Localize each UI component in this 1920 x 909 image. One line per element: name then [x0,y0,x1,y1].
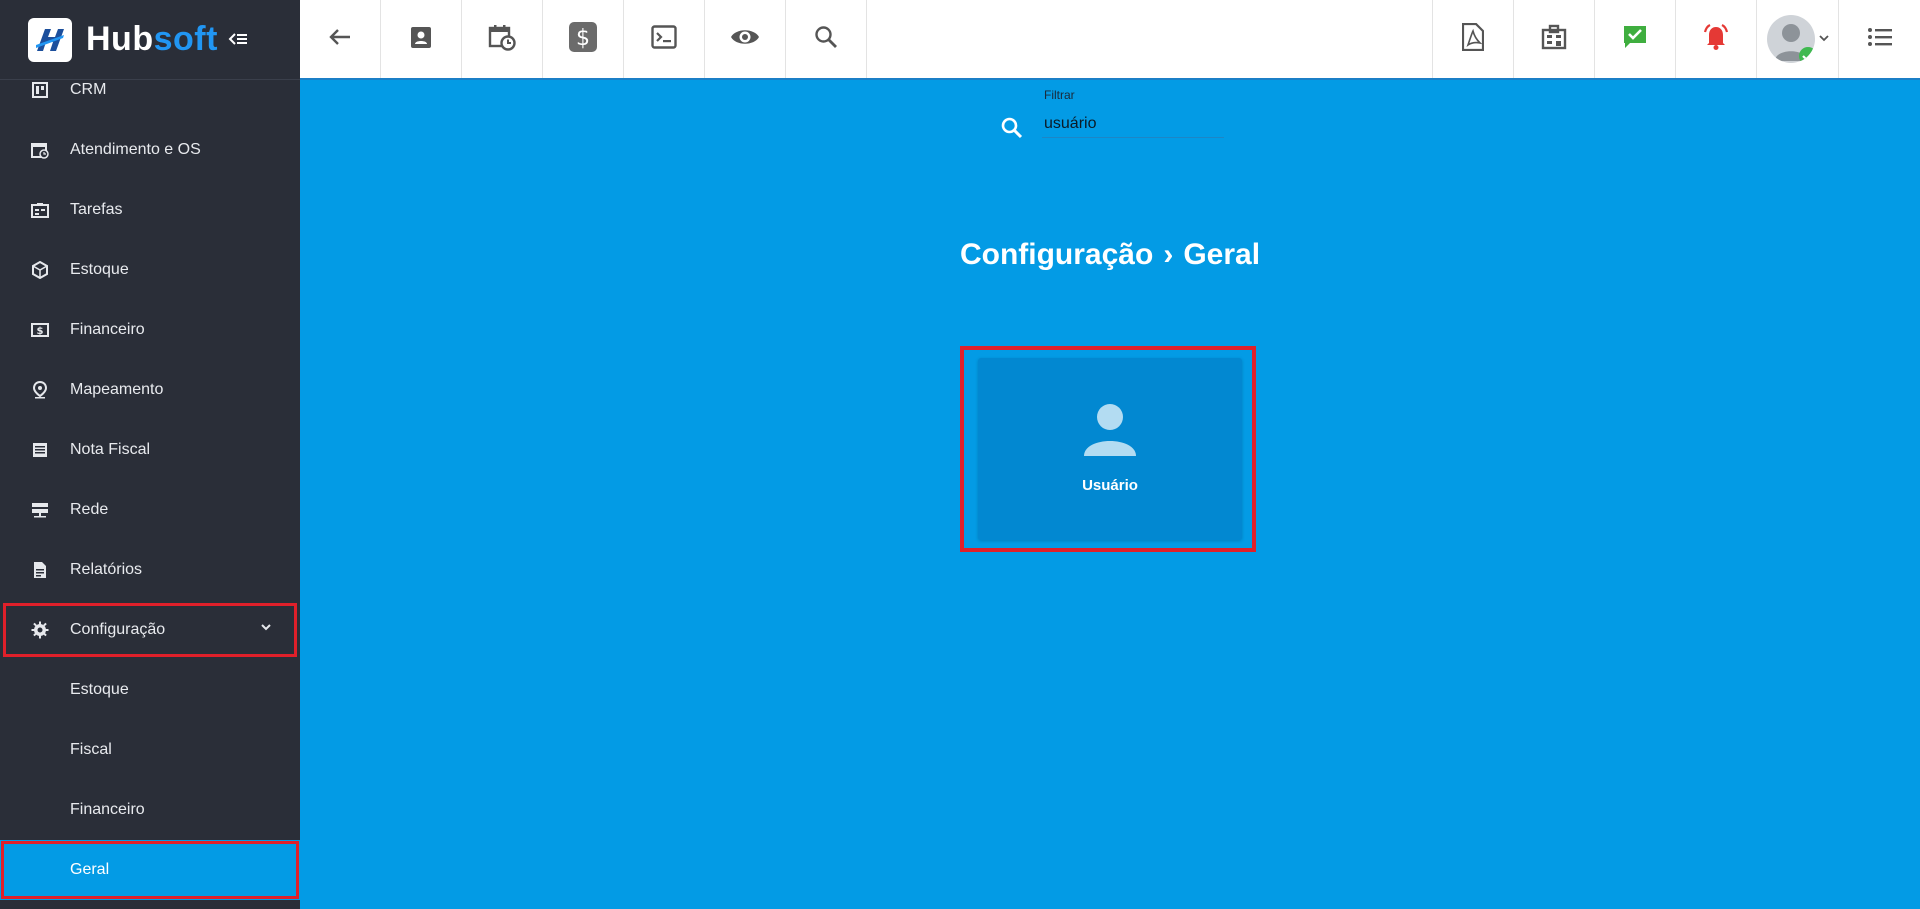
crm-board-icon [30,80,50,100]
user-card[interactable]: Usuário [978,358,1242,540]
sidebar-item-label: Nota Fiscal [70,441,151,458]
sidebar-item-label: Tarefas [70,201,123,218]
map-pin-icon [30,380,50,400]
sidebar-item-financeiro[interactable]: $ Financeiro [0,300,300,360]
search-button[interactable] [786,0,867,78]
sidebar-subitem-label: Financeiro [70,801,145,818]
sidebar-item-nota-fiscal[interactable]: Nota Fiscal [0,420,300,480]
sidebar-item-label: Relatórios [70,561,143,578]
sidebar-item-relatorios[interactable]: Relatórios [0,540,300,600]
brand: Hubsoft [0,0,300,80]
topbar-right-group [1432,0,1920,78]
sidebar-item-rede[interactable]: Rede [0,480,300,540]
finance-button[interactable]: $ [543,0,624,78]
chevron-down-icon [1818,30,1829,48]
sidebar-subitem-label: Estoque [70,681,129,698]
filter-input[interactable] [1042,110,1224,138]
menu-list-icon [1867,27,1893,52]
view-button[interactable] [705,0,786,78]
money-icon: $ [30,320,50,340]
sidebar-item-label: Atendimento e OS [70,141,201,158]
collapse-sidebar-icon[interactable] [228,27,248,53]
sidebar-item-label: Financeiro [70,321,145,338]
user-card-label: Usuário [1082,477,1138,494]
svg-text:$: $ [576,26,590,51]
alarm-icon [1701,23,1731,56]
check-message-icon [1622,24,1648,55]
breadcrumb-part1: Configuração [959,238,1154,271]
user-icon [1082,400,1138,461]
alerts-button[interactable] [1675,0,1756,78]
breadcrumb-part2: Geral [1183,238,1261,271]
building-icon [1541,24,1567,55]
contact-icon [410,25,432,54]
filter-label: Filtrar [1044,88,1075,102]
pdf-button[interactable] [1432,0,1513,78]
back-button[interactable] [300,0,381,78]
approvals-button[interactable] [1594,0,1675,78]
menu-list-button[interactable] [1838,0,1920,78]
sidebar-item-label: Configuração [70,621,166,638]
user-menu-button[interactable] [1756,0,1838,78]
svg-text:$: $ [37,326,44,337]
tasks-icon [30,200,50,220]
sidebar-item-label: CRM [70,81,107,98]
sidebar-subitem-label: Fiscal [70,741,112,758]
topbar-left-group: $ [300,0,867,78]
breadcrumb-separator: › [1163,238,1174,271]
document-list-icon [30,440,50,460]
contacts-button[interactable] [381,0,462,78]
search-icon [814,25,838,54]
search-icon [1000,116,1024,145]
page-title: Configuração › Geral [0,238,1920,272]
sidebar-subitem-fiscal[interactable]: Fiscal [0,720,300,780]
hubsoft-logo-icon [28,17,72,62]
chevron-down-icon [260,620,272,638]
terminal-icon [651,24,677,54]
sidebar: Hubsoft CRM Atendimento e OS Tarefas Est… [0,0,300,909]
calendar-clock-icon [488,23,516,56]
report-icon [30,560,50,580]
terminal-button[interactable] [624,0,705,78]
eye-icon [730,27,760,52]
sidebar-item-label: Rede [70,501,109,518]
sidebar-subitem-financeiro[interactable]: Financeiro [0,780,300,840]
sidebar-item-tarefas[interactable]: Tarefas [0,180,300,240]
sidebar-menu: CRM Atendimento e OS Tarefas Estoque $ F… [0,60,300,900]
sidebar-item-configuracao[interactable]: Configuração [0,600,300,660]
gear-icon [30,620,50,640]
dollar-icon: $ [568,21,598,58]
building-button[interactable] [1513,0,1594,78]
pdf-icon [1461,22,1485,56]
topbar: $ [300,0,1920,80]
back-arrow-icon [329,28,351,51]
sidebar-subitem-estoque[interactable]: Estoque [0,660,300,720]
calendar-clock-icon [30,140,50,160]
brand-name: Hubsoft [86,20,218,58]
sidebar-item-label: Mapeamento [70,381,164,398]
sidebar-subitem-label: Geral [70,861,110,878]
sidebar-item-mapeamento[interactable]: Mapeamento [0,360,300,420]
sidebar-subitem-geral[interactable]: Geral [0,840,300,900]
sidebar-item-atendimento[interactable]: Atendimento e OS [0,120,300,180]
schedule-button[interactable] [462,0,543,78]
online-status-icon [1798,47,1815,63]
user-avatar [1766,15,1815,63]
network-icon [30,500,50,520]
